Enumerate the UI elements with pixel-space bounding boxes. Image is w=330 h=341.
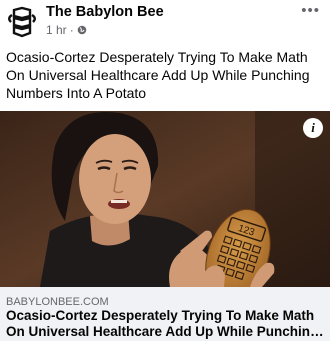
post-meta: 1 hr · — [46, 23, 87, 37]
photo-illustration: 123 — [0, 111, 330, 287]
link-preview[interactable]: BABYLONBEE.COM Ocasio-Cortez Desperately… — [0, 287, 330, 341]
link-domain: BABYLONBEE.COM — [6, 296, 109, 308]
link-title[interactable]: Ocasio-Cortez Desperately Trying To Make… — [6, 308, 324, 340]
meta-separator: · — [69, 23, 74, 37]
post-header: The Babylon Bee 1 hr · ••• — [0, 0, 330, 44]
globe-icon — [77, 25, 86, 35]
post-text: Ocasio-Cortez Desperately Trying To Make… — [6, 49, 310, 101]
page-name-link[interactable]: The Babylon Bee — [46, 4, 164, 20]
post-time[interactable]: 1 hr — [46, 23, 67, 37]
info-icon[interactable]: i — [303, 118, 323, 138]
babylon-bee-logo-icon[interactable] — [6, 6, 38, 38]
post-image[interactable]: 123 i — [0, 111, 330, 287]
more-options-icon[interactable]: ••• — [301, 2, 320, 19]
